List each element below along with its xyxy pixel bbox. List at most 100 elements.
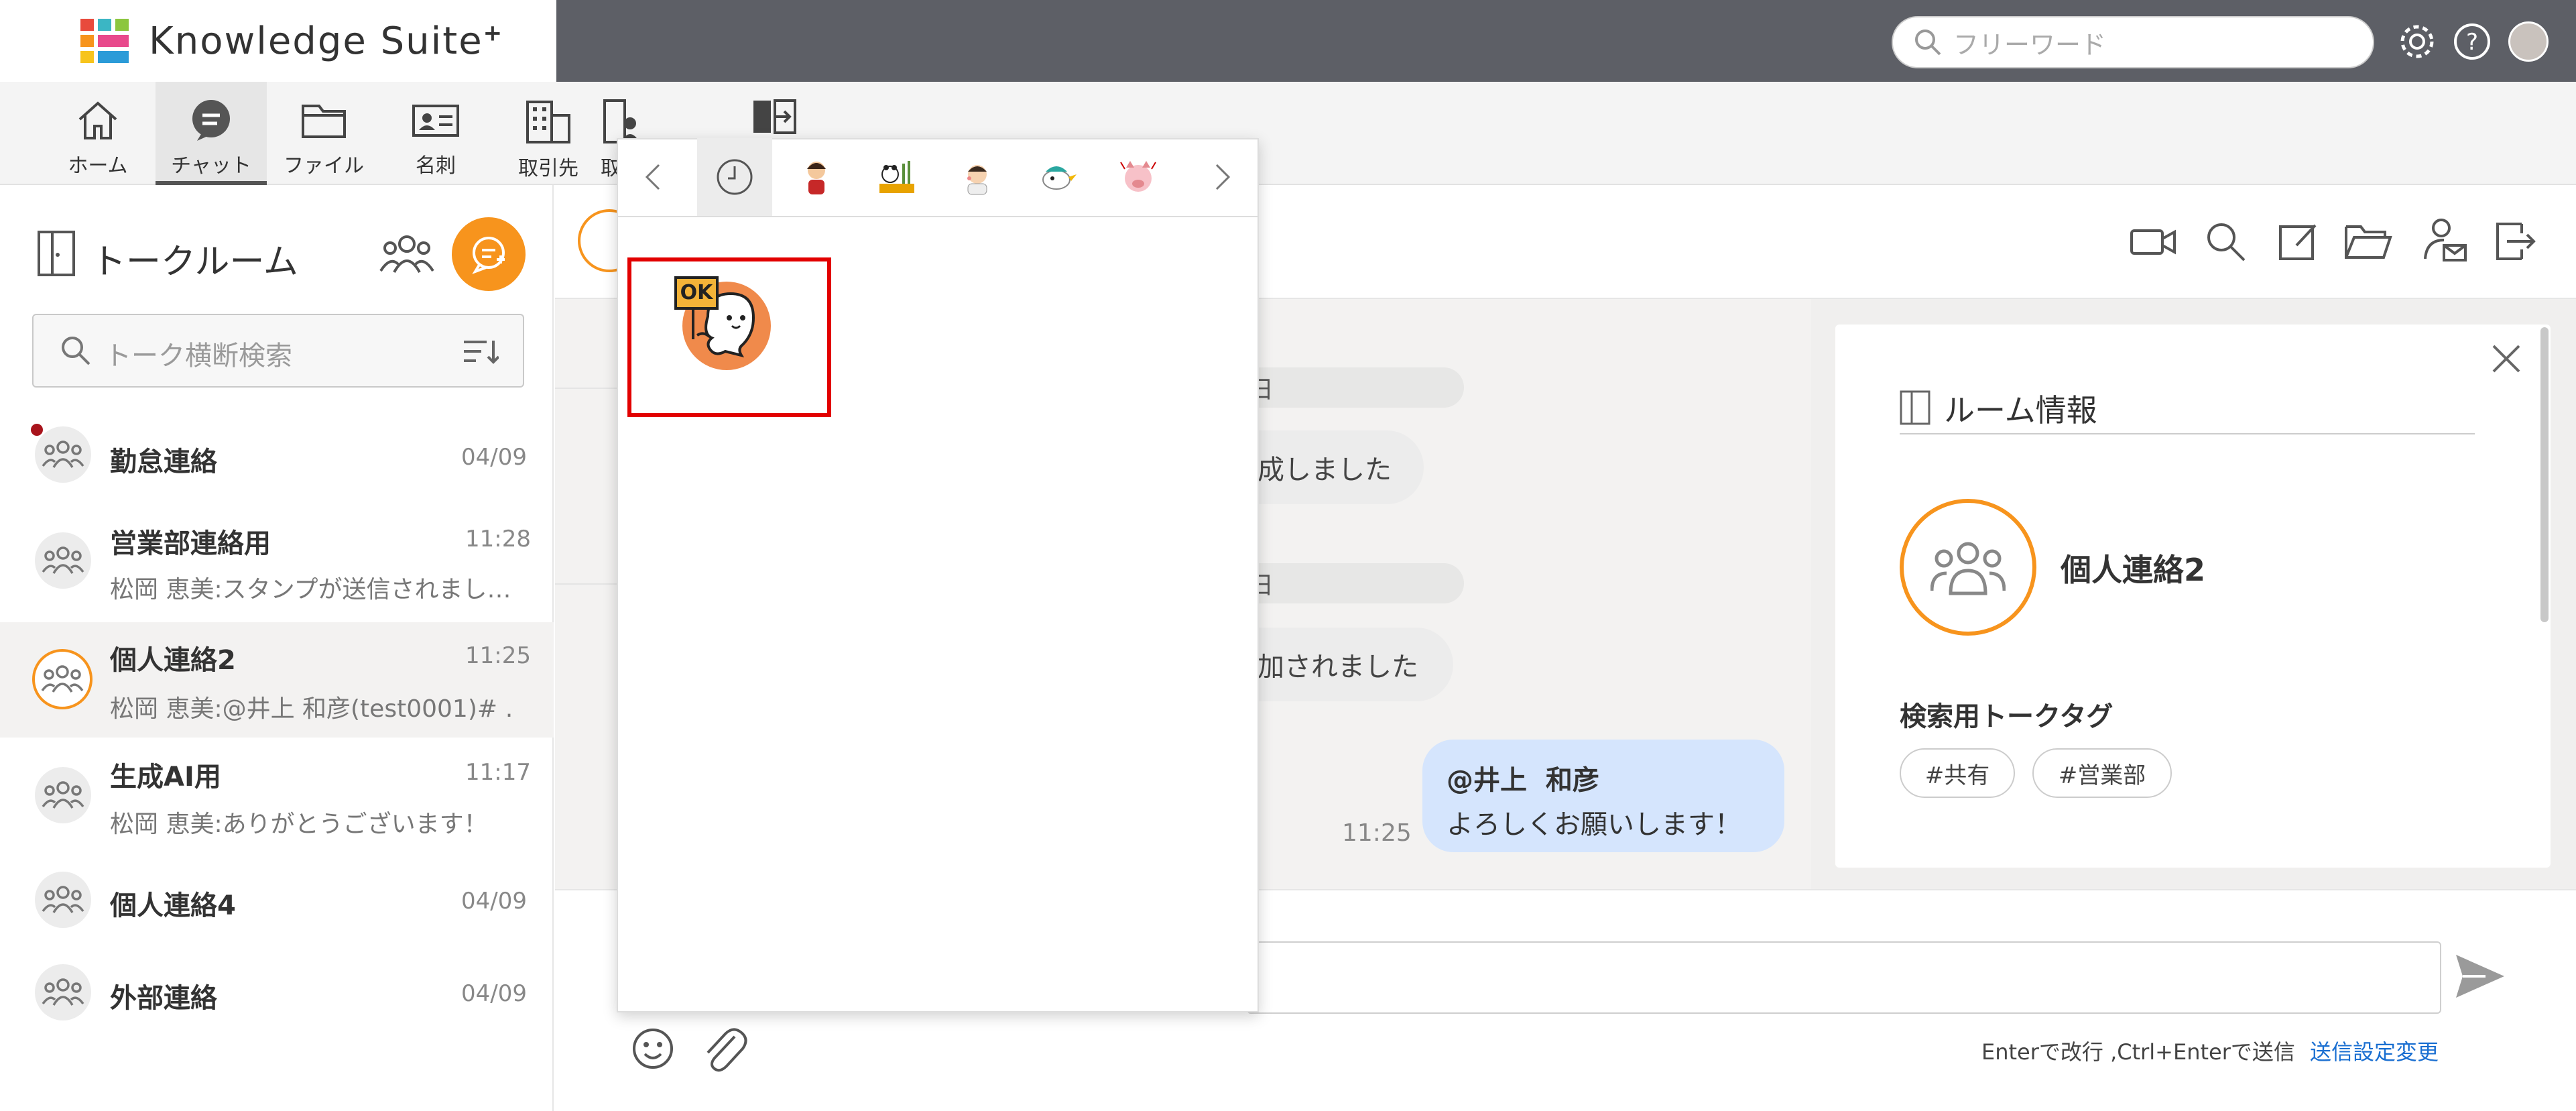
message-time: 11:25	[1342, 819, 1412, 847]
global-search-input[interactable]: フリーワード	[1892, 16, 2374, 68]
room-time: 04/09	[461, 444, 527, 471]
chat-icon	[192, 100, 230, 141]
open-folder-icon[interactable]	[2343, 221, 2393, 261]
nav-business-card[interactable]: 名刺	[395, 82, 476, 185]
stamp-prev-button[interactable]	[619, 138, 686, 216]
room-name: 個人連絡4	[110, 890, 236, 921]
group-avatar	[35, 964, 91, 1020]
room-name: 営業部連絡用	[110, 528, 271, 559]
settings-gear-icon[interactable]	[2397, 21, 2437, 62]
unread-dot	[31, 424, 43, 436]
room-name: 外部連絡	[110, 983, 217, 1014]
clock-icon	[717, 159, 753, 195]
group-icon	[41, 665, 84, 693]
group-icon	[42, 978, 84, 1006]
leave-room-icon[interactable]	[2492, 217, 2539, 264]
nav-label: 取引先	[518, 157, 578, 180]
group-avatar	[35, 426, 91, 483]
nav-home[interactable]: ホーム	[58, 82, 138, 185]
talk-tag-label: #営業部	[2058, 762, 2146, 789]
stamp-tab-girl[interactable]	[779, 138, 854, 216]
group-icon	[42, 546, 84, 574]
room-name: 生成AI用	[110, 762, 221, 793]
panel-scrollbar[interactable]	[2540, 327, 2549, 622]
pig-stamp-icon	[1120, 161, 1156, 192]
nav-label: チャット	[171, 154, 251, 178]
stamp-next-button[interactable]	[1189, 138, 1256, 216]
group-avatar	[32, 649, 93, 709]
room-list-item[interactable]: 外部連絡 04/09	[0, 947, 554, 1041]
business-card-icon	[412, 105, 459, 137]
app-logo-icon	[80, 19, 129, 63]
global-search-placeholder: フリーワード	[1953, 30, 2107, 60]
room-list-item-active[interactable]: 個人連絡2 11:25 松岡 恵美:@井上 和彦(test0001)# …	[0, 622, 554, 738]
chevron-left-icon	[645, 164, 660, 190]
system-message-text: 成しました	[1258, 455, 1392, 485]
talk-room-title: トークルーム	[91, 242, 298, 282]
stamp-tab-bird[interactable]	[1020, 138, 1095, 216]
building-icon	[526, 101, 570, 143]
room-info-avatar	[1900, 499, 2036, 636]
emoji-icon[interactable]	[630, 1026, 676, 1071]
member-mail-icon[interactable]	[2421, 216, 2468, 264]
ok-ghost-stamp[interactable]: OK	[669, 274, 783, 375]
nav-file[interactable]: ファイル	[282, 82, 366, 185]
room-time: 11:28	[465, 526, 531, 552]
bird-stamp-icon	[1042, 166, 1077, 190]
sort-icon[interactable]	[463, 337, 499, 366]
search-icon[interactable]	[2204, 220, 2248, 264]
nav-chat[interactable]: チャット	[156, 82, 267, 185]
room-name: 勤怠連絡	[110, 447, 217, 477]
user-avatar[interactable]	[2508, 21, 2549, 62]
room-time: 04/09	[461, 888, 527, 915]
stamp-tab-pig[interactable]	[1101, 138, 1176, 216]
room-preview: 松岡 恵美:ありがとうございます！	[110, 811, 488, 838]
logo-area[interactable]: Knowledge Suite+	[0, 0, 556, 82]
video-call-icon[interactable]	[2129, 221, 2177, 261]
attachment-icon[interactable]	[700, 1025, 748, 1073]
talk-tag[interactable]: #共有	[1900, 748, 2015, 798]
send-settings-link[interactable]: 送信設定変更	[2310, 1035, 2439, 1066]
nav-accounts[interactable]: 取引先	[508, 82, 589, 185]
group-icon	[42, 886, 84, 913]
new-chat-icon	[472, 237, 505, 274]
talk-tag[interactable]: #営業部	[2032, 748, 2172, 798]
member-group-icon[interactable]	[379, 231, 434, 278]
brand-name: Knowledge Suite	[149, 19, 483, 63]
message-text: よろしくお願いします！	[1447, 809, 1741, 840]
new-talk-button[interactable]	[452, 217, 526, 291]
my-message-bubble[interactable]: @井上 和彦 よろしくお願いします！	[1422, 740, 1784, 852]
home-icon	[78, 101, 117, 139]
send-icon[interactable]	[2453, 951, 2507, 1002]
close-icon[interactable]	[2490, 342, 2523, 375]
stamp-tab-boy[interactable]	[940, 138, 1015, 216]
room-list-item[interactable]: 営業部連絡用 11:28 松岡 恵美:スタンプが送信されまし…	[0, 512, 554, 620]
group-avatar	[35, 767, 91, 823]
group-avatar	[35, 872, 91, 928]
room-preview: 松岡 恵美:@井上 和彦(test0001)# …	[110, 695, 512, 723]
nav-label: ファイル	[284, 154, 364, 178]
room-info-title: ルーム情報	[1944, 392, 2097, 428]
stamp-tab-recent[interactable]	[697, 138, 772, 216]
input-hint: Enterで改行 ,Ctrl+Enterで送信	[1981, 1039, 2295, 1065]
boy-stamp-icon	[967, 165, 987, 195]
main-nav	[0, 82, 2576, 185]
girl-stamp-icon	[807, 162, 826, 194]
message-mention: @井上 和彦	[1447, 765, 1599, 796]
system-message-text: 加されました	[1258, 652, 1418, 683]
room-list-item[interactable]: 勤怠連絡 04/09	[0, 410, 554, 503]
chevron-right-icon	[1215, 164, 1231, 190]
room-time: 11:17	[465, 759, 531, 786]
room-time: 04/09	[461, 980, 527, 1007]
message-input[interactable]	[1247, 941, 2441, 1014]
nav-label: ホーム	[68, 154, 128, 178]
help-icon[interactable]: ?	[2452, 21, 2492, 62]
edit-note-icon[interactable]	[2276, 220, 2319, 263]
talk-tag-label: #共有	[1924, 762, 1990, 789]
room-preview: 松岡 恵美:スタンプが送信されまし…	[110, 576, 511, 603]
room-list-item[interactable]: 個人連絡4 04/09	[0, 853, 554, 947]
group-icon	[42, 441, 84, 468]
room-list-item[interactable]: 生成AI用 11:17 松岡 恵美:ありがとうございます！	[0, 740, 554, 847]
stamp-tab-panda[interactable]	[859, 138, 934, 216]
group-icon	[42, 781, 84, 809]
